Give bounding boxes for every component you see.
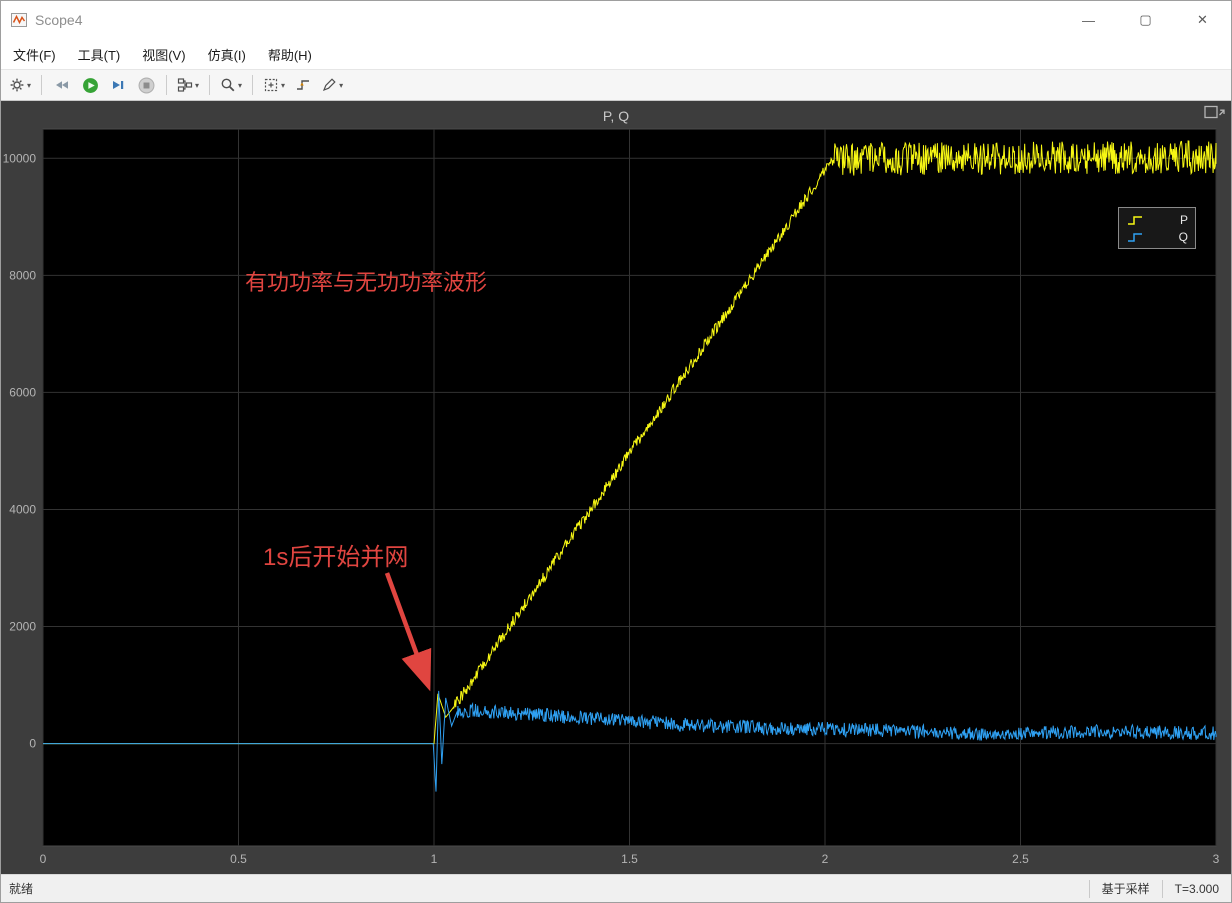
- close-button[interactable]: ✕: [1174, 1, 1231, 39]
- svg-text:1.5: 1.5: [621, 852, 638, 866]
- step-signal-icon: [1128, 232, 1142, 242]
- pen-icon: [323, 78, 336, 92]
- svg-text:2000: 2000: [9, 620, 36, 634]
- rewind-icon: [56, 81, 69, 89]
- chevron-down-icon: ▾: [195, 80, 200, 90]
- menu-item-view[interactable]: 视图(V): [142, 45, 185, 64]
- svg-text:8000: 8000: [9, 268, 36, 282]
- step-forward-icon: [113, 81, 124, 89]
- trigger-icon: [297, 80, 310, 90]
- toolbar-separator: [209, 75, 211, 95]
- measurements-button[interactable]: ▾: [318, 72, 346, 98]
- svg-text:2.5: 2.5: [1012, 852, 1029, 866]
- waveform-plot[interactable]: 0 0.5 1 1.5 2 2.5 3 0 2000 4000 6000 8000 10000: [1, 101, 1231, 874]
- menu-item-file[interactable]: 文件(F): [13, 45, 56, 64]
- play-icon: [82, 77, 98, 93]
- status-sample-mode: 基于采样: [1088, 879, 1162, 898]
- annotation-power-waveforms: 有功功率与无功功率波形: [245, 270, 488, 295]
- trigger-button[interactable]: [290, 72, 316, 98]
- svg-text:0: 0: [29, 737, 36, 751]
- annotation-grid-connect: 1s后开始并网: [263, 544, 409, 571]
- window-title: Scope4: [35, 12, 83, 28]
- chevron-down-icon: ▾: [281, 80, 286, 90]
- svg-text:1: 1: [431, 852, 438, 866]
- zoom-button[interactable]: ▾: [217, 72, 245, 98]
- status-ready: 就绪: [9, 882, 34, 896]
- status-right: 基于采样 T=3.000: [1088, 875, 1231, 902]
- dock-icon[interactable]: [1204, 105, 1226, 122]
- step-signal-icon: [1128, 215, 1142, 225]
- step-forward-button[interactable]: [105, 72, 131, 98]
- menu-item-tools[interactable]: 工具(T): [78, 45, 121, 64]
- legend-label: Q: [1178, 229, 1188, 244]
- svg-text:2: 2: [822, 852, 829, 866]
- window-controls: — ▢ ✕: [1060, 1, 1231, 39]
- toolbar: ▾ ▾ ▾ ▾ ▾: [1, 69, 1231, 101]
- fit-to-view-button[interactable]: ▾: [260, 72, 288, 98]
- legend-label: P: [1179, 212, 1188, 227]
- legend[interactable]: P Q: [1118, 207, 1196, 249]
- chevron-down-icon: ▾: [238, 80, 243, 90]
- magnifier-icon: [221, 78, 235, 92]
- plot-title: P, Q: [602, 108, 630, 124]
- fit-to-view-icon: [264, 78, 278, 92]
- stop-icon: [138, 77, 154, 93]
- rewind-button[interactable]: [49, 72, 75, 98]
- menu-item-help[interactable]: 帮助(H): [268, 45, 312, 64]
- svg-text:0.5: 0.5: [230, 852, 247, 866]
- gear-icon: [10, 78, 24, 92]
- minimize-button[interactable]: —: [1060, 1, 1117, 39]
- run-button[interactable]: [77, 72, 103, 98]
- scope-canvas: 0 0.5 1 1.5 2 2.5 3 0 2000 4000 6000 8000 10000 P, Q…: [1, 101, 1231, 874]
- chevron-down-icon: ▾: [27, 80, 32, 90]
- legend-entry-q: Q: [1126, 228, 1188, 245]
- svg-text:6000: 6000: [9, 385, 36, 399]
- titlebar: Scope4 — ▢ ✕: [1, 1, 1231, 39]
- menubar: 文件(F) 工具(T) 视图(V) 仿真(I) 帮助(H): [1, 39, 1231, 69]
- svg-text:3: 3: [1213, 852, 1220, 866]
- legend-entry-p: P: [1126, 211, 1188, 228]
- layout-button[interactable]: ▾: [174, 72, 202, 98]
- layout-icon: [177, 78, 193, 92]
- chevron-down-icon: ▾: [339, 80, 344, 90]
- svg-text:10000: 10000: [3, 151, 37, 165]
- scope-app-icon: [11, 12, 27, 28]
- svg-text:0: 0: [40, 852, 47, 866]
- scope-window: Scope4 — ▢ ✕ 文件(F) 工具(T) 视图(V) 仿真(I) 帮助(…: [0, 0, 1232, 903]
- status-sim-time: T=3.000: [1161, 879, 1231, 898]
- menu-item-simulation[interactable]: 仿真(I): [208, 45, 246, 64]
- toolbar-separator: [252, 75, 254, 95]
- stop-button[interactable]: [133, 72, 159, 98]
- maximize-button[interactable]: ▢: [1117, 1, 1174, 39]
- statusbar: 就绪 基于采样 T=3.000: [1, 874, 1231, 902]
- svg-text:4000: 4000: [9, 502, 36, 516]
- settings-button[interactable]: ▾: [6, 72, 34, 98]
- toolbar-separator: [166, 75, 168, 95]
- toolbar-separator: [41, 75, 43, 95]
